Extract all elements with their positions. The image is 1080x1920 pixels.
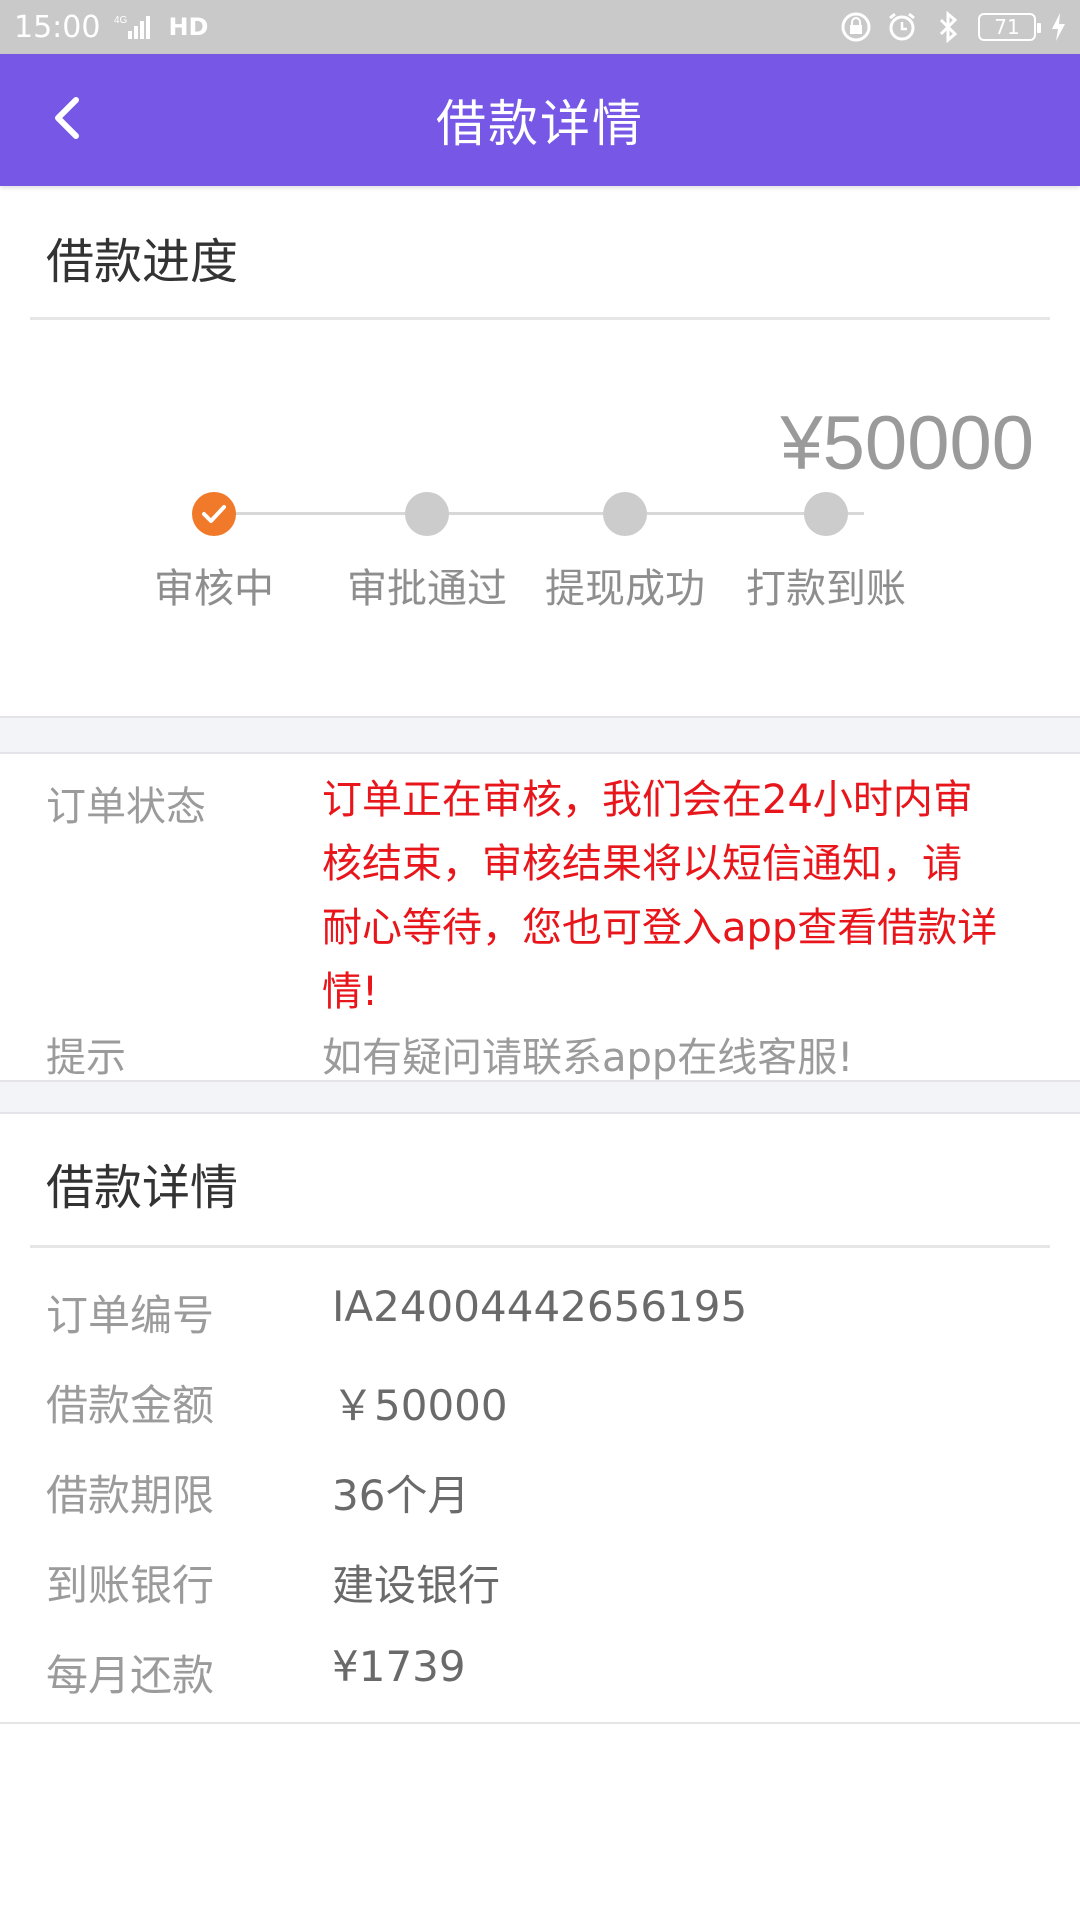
charging-icon — [1050, 12, 1066, 42]
step-dot-withdrawn — [603, 492, 647, 536]
divider — [0, 1722, 1080, 1724]
battery-level: 71 — [994, 15, 1020, 39]
progress-section-title: 借款进度 — [46, 234, 239, 290]
back-button[interactable] — [36, 86, 100, 150]
order-status-text: 订单正在审核，我们会在24小时内审 核结束，审核结果将以短信通知，请 耐心等待，… — [322, 768, 1042, 1024]
status-bar: 15:00 4G HD 71 — [0, 0, 1080, 54]
section-separator — [0, 1080, 1080, 1114]
step-label-reviewing: 审核中 — [154, 566, 274, 612]
status-left: 15:00 4G HD — [14, 10, 208, 45]
monthly-payment-label: 每月还款 — [46, 1651, 215, 1700]
step-label-withdrawn: 提现成功 — [545, 566, 705, 612]
bluetooth-icon — [932, 11, 964, 43]
alarm-icon — [886, 11, 918, 43]
check-icon — [202, 505, 226, 523]
loan-term-label: 借款期限 — [46, 1471, 215, 1520]
section-separator — [0, 716, 1080, 754]
step-label-paid: 打款到账 — [746, 566, 906, 612]
progress-line — [214, 512, 864, 515]
tip-label: 提示 — [46, 1035, 126, 1081]
step-dot-paid — [804, 492, 848, 536]
receiving-bank-label: 到账银行 — [46, 1561, 215, 1610]
signal-icon: 4G — [114, 13, 154, 41]
loan-term-value: 36个月 — [332, 1471, 470, 1520]
page-title: 借款详情 — [436, 95, 644, 153]
network-type-text: 4G — [114, 15, 128, 26]
details-section-title: 借款详情 — [46, 1160, 239, 1216]
step-dot-approved — [405, 492, 449, 536]
battery-icon: 71 — [978, 13, 1041, 41]
receiving-bank-value: 建设银行 — [332, 1561, 501, 1610]
monthly-payment-value: ¥1739 — [332, 1642, 466, 1691]
status-time: 15:00 — [14, 9, 101, 45]
step-label-approved: 审批通过 — [347, 566, 507, 612]
status-right: 71 — [840, 11, 1066, 43]
app-bar: 借款详情 — [0, 54, 1080, 186]
order-status-line: 情! — [322, 969, 379, 1015]
progress-steps: 审核中 审批通过 提现成功 打款到账 — [0, 490, 1080, 612]
loan-amount-value: ￥50000 — [332, 1381, 508, 1430]
hd-icon: HD — [168, 13, 209, 41]
step-dot-reviewing — [192, 492, 236, 536]
loan-amount-label: 借款金额 — [46, 1381, 215, 1430]
chevron-left-icon — [55, 97, 79, 139]
loan-amount: ¥50000 — [780, 401, 1034, 486]
order-number-value: IA24004442656195 — [332, 1282, 748, 1331]
lock-rotation-icon — [840, 11, 872, 43]
order-status-line: 耐心等待，您也可登入app查看借款详 — [322, 905, 998, 951]
divider — [30, 1245, 1050, 1248]
order-status-label: 订单状态 — [46, 784, 206, 830]
order-status-line: 核结束，审核结果将以短信通知，请 — [322, 841, 962, 887]
order-status-line: 订单正在审核，我们会在24小时内审 — [322, 777, 973, 823]
divider — [30, 317, 1050, 320]
order-number-label: 订单编号 — [46, 1291, 215, 1340]
tip-text: 如有疑问请联系app在线客服! — [322, 1035, 854, 1081]
